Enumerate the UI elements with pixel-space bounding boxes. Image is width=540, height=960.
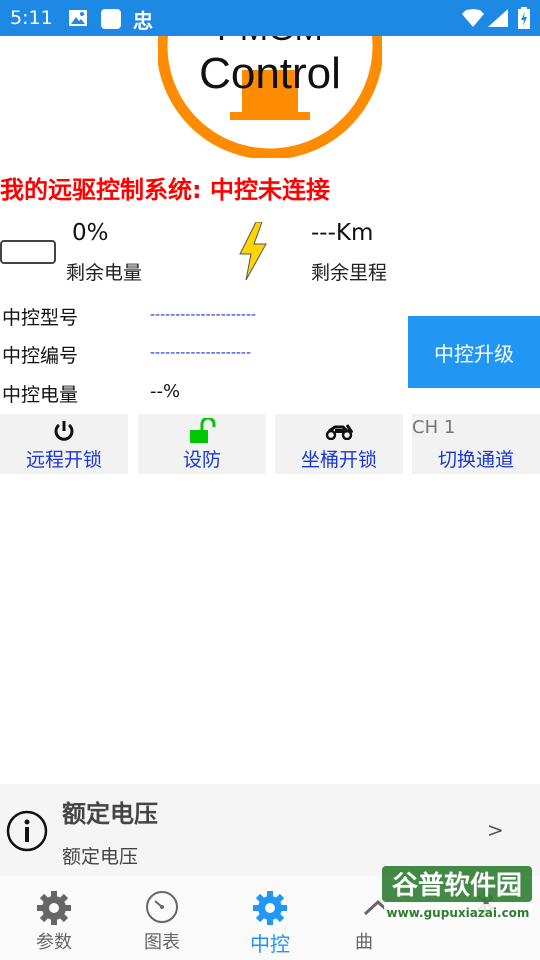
gear-icon <box>253 891 287 925</box>
watermark-badge-icon: 谷普软件园 www.gupuxiazai.com <box>382 866 532 920</box>
range-label: 剩余里程 <box>311 262 388 284</box>
gauge-icon <box>146 891 178 923</box>
gear-icon <box>37 891 71 925</box>
page: PMGM Control 我的远驱控制系统: 中控未连接 0% 剩余电量 ---… <box>0 36 540 960</box>
nav-label-params: 参数 <box>36 932 72 953</box>
battery-value: 0% <box>72 220 109 246</box>
watermark-logo: 谷普软件园 www.gupuxiazai.com <box>376 862 538 922</box>
remote-unlock-label: 远程开锁 <box>25 449 102 471</box>
brand-logo: PMGM Control <box>158 36 382 158</box>
notice-subtitle: 额定电压 <box>62 846 139 868</box>
nav-item-params[interactable]: 参数 <box>0 876 108 960</box>
switch-channel-label: 切换通道 <box>437 449 514 471</box>
remote-unlock-button[interactable]: 远程开锁 <box>0 414 128 474</box>
upgrade-button[interactable]: 中控升级 <box>408 316 540 388</box>
notice-title: 额定电压 <box>62 800 158 828</box>
seat-unlock-button[interactable]: 坐桶开锁 <box>275 414 403 474</box>
switch-channel-button[interactable]: CH 1 切换通道 <box>412 414 540 474</box>
arm-label: 设防 <box>182 449 221 471</box>
status-summary: 0% 剩余电量 ---Km 剩余里程 <box>0 214 540 288</box>
scooter-icon <box>325 424 353 440</box>
logo-emblem-icon: PMGM Control <box>158 36 382 158</box>
lightning-icon <box>239 222 267 280</box>
signal-icon <box>488 9 508 27</box>
status-bar: 5:11 忠 <box>0 0 540 36</box>
power-value: --% <box>150 381 181 402</box>
image-notification-icon <box>69 10 87 26</box>
watermark-text: 谷普软件园 <box>392 870 522 901</box>
model-label: 中控型号 <box>2 307 79 329</box>
power-icon <box>54 421 74 441</box>
serial-value: -------------------- <box>150 345 252 361</box>
battery-level-icon <box>0 240 56 264</box>
battery-label: 剩余电量 <box>66 262 143 284</box>
controller-details: 中控型号 --------------------- 中控编号 --------… <box>0 298 398 406</box>
arm-button[interactable]: 设防 <box>138 414 266 474</box>
battery-charging-icon <box>518 7 530 29</box>
wifi-icon <box>462 9 484 27</box>
watermark-url: www.gupuxiazai.com <box>387 906 530 920</box>
power-label: 中控电量 <box>2 384 79 406</box>
info-icon <box>6 810 48 852</box>
chevron-right-icon: > <box>487 818 504 842</box>
seat-unlock-label: 坐桶开锁 <box>300 449 377 471</box>
logo-line1: PMGM <box>217 36 323 48</box>
model-value: --------------------- <box>150 307 257 323</box>
nav-label-curve: 曲 <box>355 932 373 953</box>
app-glyph-icon: 忠 <box>133 9 153 33</box>
status-time: 5:11 <box>10 7 53 29</box>
channel-indicator: CH 1 <box>412 417 456 438</box>
app-notification-icon <box>101 9 121 29</box>
serial-label: 中控编号 <box>2 345 79 367</box>
range-value: ---Km <box>311 220 374 246</box>
nav-label-chart: 图表 <box>144 932 180 953</box>
unlocked-padlock-icon <box>190 418 216 443</box>
page-title: 我的远驱控制系统: 中控未连接 <box>0 176 330 204</box>
nav-item-chart[interactable]: 图表 <box>108 876 216 960</box>
nav-item-controller[interactable]: 中控 <box>216 876 324 960</box>
logo-line2: Control <box>199 49 341 98</box>
nav-label-controller: 中控 <box>250 932 290 956</box>
